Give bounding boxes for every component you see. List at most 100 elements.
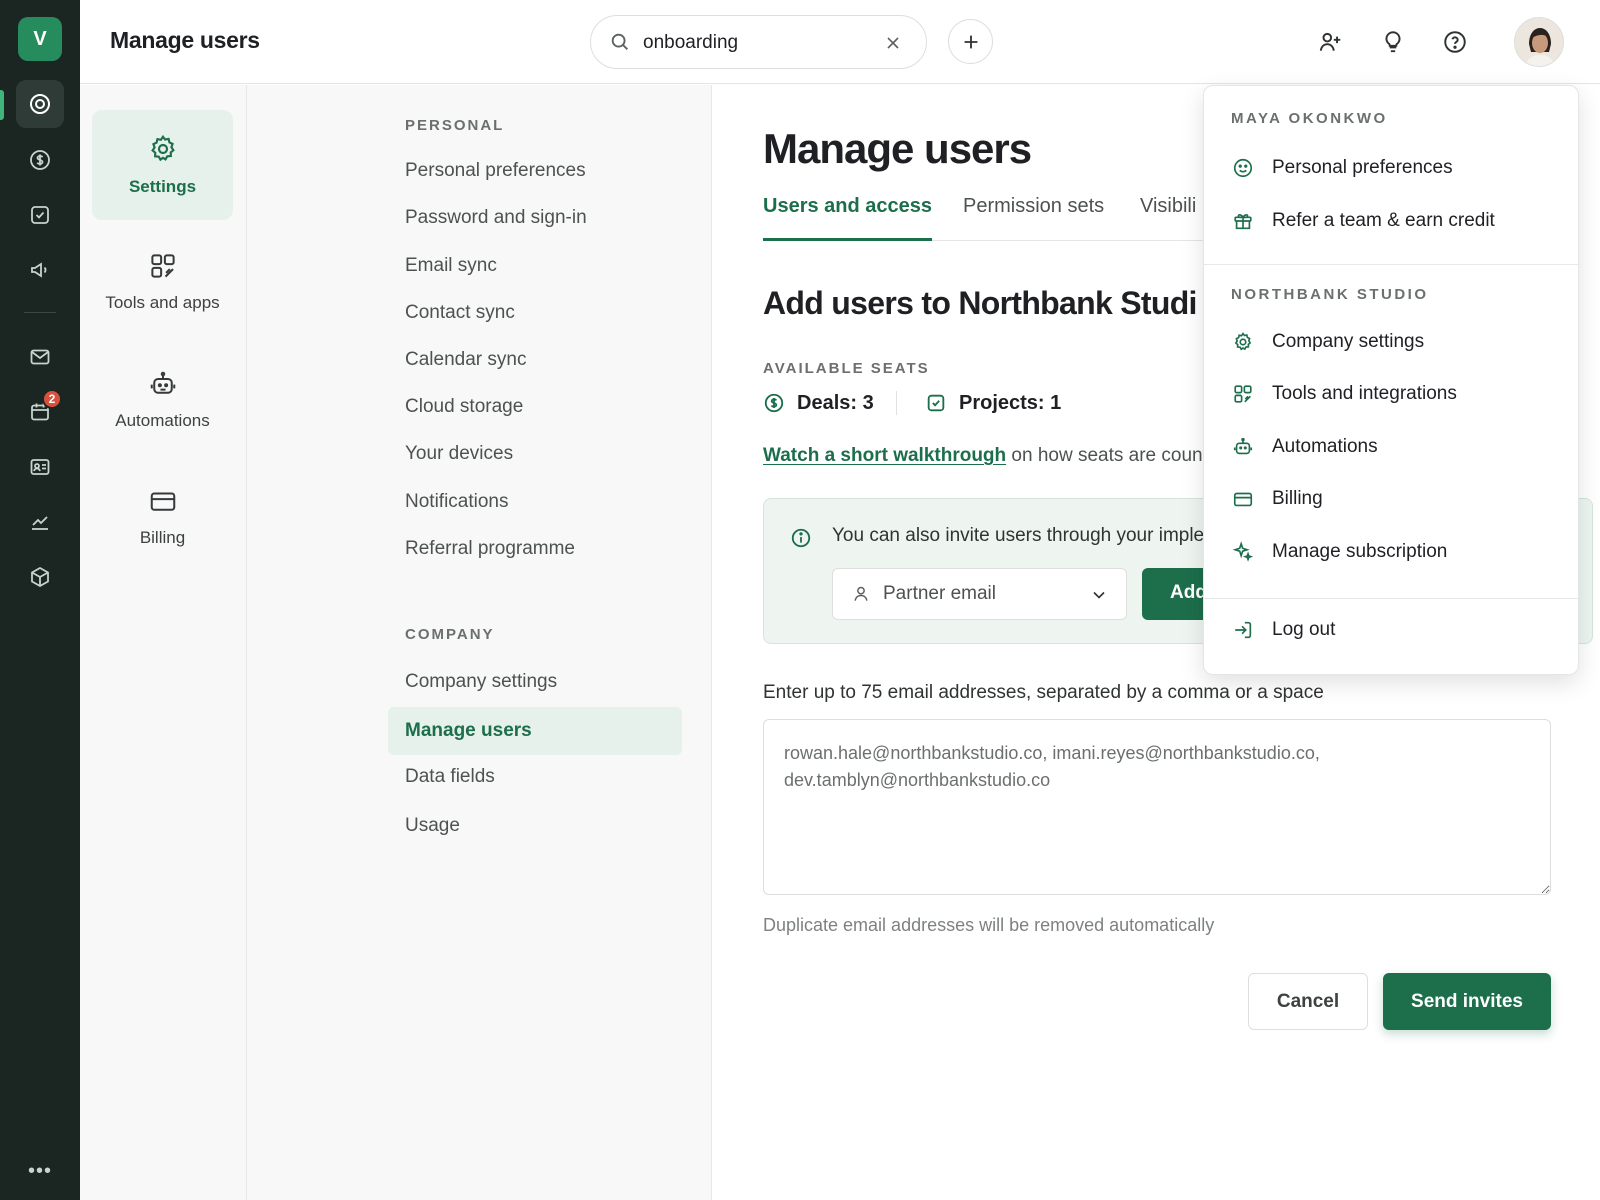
gift-icon (1231, 209, 1255, 233)
mail-icon (30, 349, 50, 365)
gear-icon (1231, 330, 1255, 354)
seats-label: AVAILABLE SEATS (763, 360, 930, 377)
menu-divider (1204, 264, 1578, 265)
tab-permission-sets[interactable]: Permission sets (963, 195, 1104, 241)
rail-item-products[interactable] (16, 553, 64, 601)
invite-user-button[interactable] (1312, 24, 1348, 60)
help-button[interactable] (1437, 24, 1473, 60)
send-invites-button[interactable]: Send invites (1383, 973, 1551, 1030)
partner-email-placeholder: Partner email (883, 583, 996, 604)
nav-item-contact-sync[interactable]: Contact sync (388, 289, 682, 337)
menu-item-label: Personal preferences (1272, 157, 1453, 178)
apps-icon (148, 251, 178, 281)
user-plus-icon (1319, 32, 1341, 51)
menu-item-manage-subscription[interactable]: Manage subscription (1231, 532, 1561, 572)
duplicate-hint: Duplicate email addresses will be remove… (763, 915, 1215, 935)
company-logo[interactable]: V (18, 17, 62, 61)
search-bar (590, 15, 927, 69)
nav-item-calendar-sync[interactable]: Calendar sync (388, 336, 682, 384)
rail-item-tasks[interactable] (16, 191, 64, 239)
menu-user-name: MAYA OKONKWO (1231, 110, 1388, 127)
menu-item-billing[interactable]: Billing (1231, 479, 1561, 519)
lightbulb-icon (1385, 31, 1401, 53)
menu-item-personal-preferences[interactable]: Personal preferences (1231, 148, 1561, 188)
header-title: Manage users (110, 27, 260, 53)
menu-item-label: Manage subscription (1272, 541, 1448, 562)
settings-subnav: PERSONAL Personal preferences Password a… (247, 85, 712, 1200)
menu-item-automations[interactable]: Automations (1231, 427, 1561, 467)
menu-item-company-settings[interactable]: Company settings (1231, 322, 1561, 362)
check-square-icon (925, 392, 947, 414)
email-addresses-input[interactable]: rowan.hale@northbankstudio.co, imani.rey… (763, 719, 1551, 895)
rail-item-home[interactable] (16, 80, 64, 128)
check-square-icon (31, 206, 49, 224)
nav-item-company-settings[interactable]: Company settings (388, 658, 682, 706)
info-icon (790, 527, 812, 549)
notification-badge: 2 (42, 389, 62, 409)
search-icon (609, 31, 631, 53)
category-label: Automations (115, 411, 210, 430)
user-icon (851, 584, 871, 604)
category-tools-and-apps[interactable]: Tools and apps (92, 227, 233, 337)
nav-item-password[interactable]: Password and sign-in (388, 194, 682, 242)
tab-users-and-access[interactable]: Users and access (763, 195, 933, 241)
menu-item-label: Tools and integrations (1272, 383, 1457, 404)
rail-item-contacts[interactable] (16, 443, 64, 491)
category-label: Settings (128, 177, 197, 196)
logout-icon (1231, 618, 1255, 642)
nav-item-notifications[interactable]: Notifications (388, 478, 682, 526)
seat-deals: Deals: 3 (763, 388, 874, 418)
clear-search-icon[interactable] (883, 33, 903, 53)
help-icon (1444, 31, 1466, 53)
menu-company-name: NORTHBANK STUDIO (1231, 286, 1429, 303)
menu-item-refer-team[interactable]: Refer a team & earn credit (1231, 201, 1561, 241)
tips-button[interactable] (1375, 24, 1411, 60)
quick-add-button[interactable] (948, 19, 993, 64)
rail-item-campaigns[interactable] (16, 246, 64, 294)
card-icon (148, 486, 178, 516)
section-title: Add users to Northbank Studi (763, 285, 1197, 321)
menu-divider (1204, 598, 1578, 599)
card-icon (1231, 487, 1255, 511)
category-settings[interactable]: Settings (92, 110, 233, 220)
nav-item-data-fields[interactable]: Data fields (388, 753, 682, 801)
dollar-icon (30, 150, 50, 170)
nav-item-your-devices[interactable]: Your devices (388, 430, 682, 478)
partner-email-select[interactable]: Partner email (832, 568, 1127, 620)
search-input[interactable] (643, 28, 873, 58)
smile-icon (1231, 156, 1255, 180)
dollar-icon (763, 392, 785, 414)
box-icon (31, 566, 49, 588)
contact-card-icon (30, 459, 50, 475)
chevron-down-icon (1089, 585, 1109, 605)
nav-item-manage-users[interactable]: Manage users (388, 707, 682, 755)
nav-item-personal-preferences[interactable]: Personal preferences (388, 147, 682, 195)
menu-item-tools-integrations[interactable]: Tools and integrations (1231, 374, 1561, 414)
active-indicator (0, 90, 4, 120)
rail-item-mail[interactable] (16, 333, 64, 381)
nav-item-referral[interactable]: Referral programme (388, 525, 682, 573)
rail-item-deals[interactable] (16, 136, 64, 184)
tab-visibility[interactable]: Visibili (1140, 195, 1196, 241)
menu-item-label: Refer a team & earn credit (1272, 210, 1495, 231)
sparkle-icon (1231, 540, 1255, 564)
more-icon[interactable]: ••• (28, 1160, 52, 1183)
rail-item-insights[interactable] (16, 498, 64, 546)
nav-item-email-sync[interactable]: Email sync (388, 242, 682, 290)
page-title: Manage users (763, 125, 1032, 172)
user-avatar[interactable] (1514, 17, 1564, 67)
nav-item-usage[interactable]: Usage (388, 802, 682, 850)
walkthrough-link[interactable]: Watch a short walkthrough (763, 445, 1006, 466)
nav-item-cloud-storage[interactable]: Cloud storage (388, 383, 682, 431)
menu-item-label: Billing (1272, 488, 1323, 509)
category-label: Tools and apps (105, 293, 220, 312)
info-text: You can also invite users through your i… (832, 525, 1205, 546)
category-billing[interactable]: Billing (92, 462, 233, 572)
robot-icon (1231, 435, 1255, 459)
target-icon (30, 94, 50, 114)
apps-icon (1231, 382, 1255, 406)
category-automations[interactable]: Automations (92, 345, 233, 455)
menu-item-log-out[interactable]: Log out (1231, 610, 1561, 650)
left-rail: V 2 ••• (0, 0, 80, 1200)
cancel-button[interactable]: Cancel (1248, 973, 1368, 1030)
